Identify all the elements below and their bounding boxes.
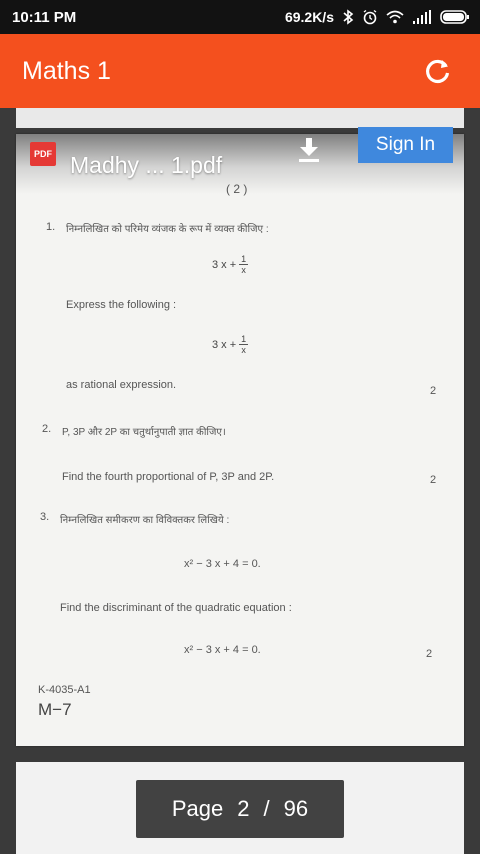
page-label: Page xyxy=(171,796,224,821)
signal-icon xyxy=(412,10,432,24)
alarm-icon xyxy=(362,9,378,25)
q1-fraction-2: 1x xyxy=(239,334,249,355)
q1-english-2: as rational expression. xyxy=(66,379,177,391)
q3-equation-2: x² − 3 x + 4 = 0. xyxy=(184,644,261,656)
download-icon[interactable] xyxy=(298,136,320,164)
page-separator: / xyxy=(263,796,270,821)
q2-hindi: P, 3P और 2P का चतुर्थानुपाती ज्ञात कीजिए… xyxy=(62,427,226,438)
paper-code: K-4035-A1 xyxy=(38,684,91,696)
q1-hindi: निम्नलिखित को परिमेय व्यंजक के रूप में व… xyxy=(66,224,269,235)
q3-english: Find the discriminant of the quadratic e… xyxy=(60,602,292,614)
app-title: Maths 1 xyxy=(22,56,111,85)
document-filename: Madhy ... 1.pdf xyxy=(70,152,223,178)
q1-expr-lhs: 3 x + xyxy=(212,258,237,271)
app-bar: Maths 1 xyxy=(0,34,480,108)
pdf-viewer[interactable]: ( 2 ) 1. निम्नलिखित को परिमेय व्यंजक के … xyxy=(0,108,480,854)
page-marker: ( 2 ) xyxy=(226,182,248,196)
pdf-page: ( 2 ) 1. निम्नलिखित को परिमेय व्यंजक के … xyxy=(16,134,464,746)
q1-fraction-1: 1x xyxy=(239,254,249,275)
q3-number: 3. xyxy=(40,511,50,523)
status-time: 10:11 PM xyxy=(12,8,77,26)
q3-hindi: निम्नलिखित समीकरण का विविक्तकर लिखिये : xyxy=(60,515,230,526)
page-indicator: Page 2 / 96 xyxy=(136,780,344,838)
battery-icon xyxy=(440,10,470,24)
q1-frac-den-2: x xyxy=(241,345,246,355)
q2-english: Find the fourth proportional of P, 3P an… xyxy=(62,471,275,483)
bluetooth-icon xyxy=(342,9,354,25)
q1-marks: 2 xyxy=(430,385,437,397)
paper-section: M−7 xyxy=(38,700,72,719)
current-page: 2 xyxy=(237,796,250,821)
q2-marks: 2 xyxy=(430,474,437,486)
q1-number: 1. xyxy=(46,221,56,233)
q1-expr-lhs-2: 3 x + xyxy=(212,338,237,351)
q1-english: Express the following : xyxy=(66,299,177,311)
q1-frac-num-2: 1 xyxy=(239,334,249,345)
q1-expression-1: 3 x + 1x xyxy=(212,254,249,275)
q3-marks: 2 xyxy=(426,648,433,660)
total-pages: 96 xyxy=(283,796,309,821)
q3-equation-1: x² − 3 x + 4 = 0. xyxy=(184,558,261,570)
document-toolbar: PDF Madhy ... 1.pdf Sign In xyxy=(16,118,464,178)
q2-number: 2. xyxy=(42,423,52,435)
wifi-icon xyxy=(386,10,404,24)
sign-in-button[interactable]: Sign In xyxy=(358,127,453,163)
network-speed: 69.2K/s xyxy=(284,9,334,25)
status-icons: 69.2K/s xyxy=(285,9,470,25)
pdf-file-icon: PDF xyxy=(30,142,56,166)
status-bar: 10:11 PM 69.2K/s xyxy=(0,0,480,34)
refresh-icon[interactable] xyxy=(420,53,456,89)
q1-frac-num: 1 xyxy=(239,254,249,265)
q1-expression-2: 3 x + 1x xyxy=(212,334,249,355)
q1-frac-den: x xyxy=(241,265,246,275)
